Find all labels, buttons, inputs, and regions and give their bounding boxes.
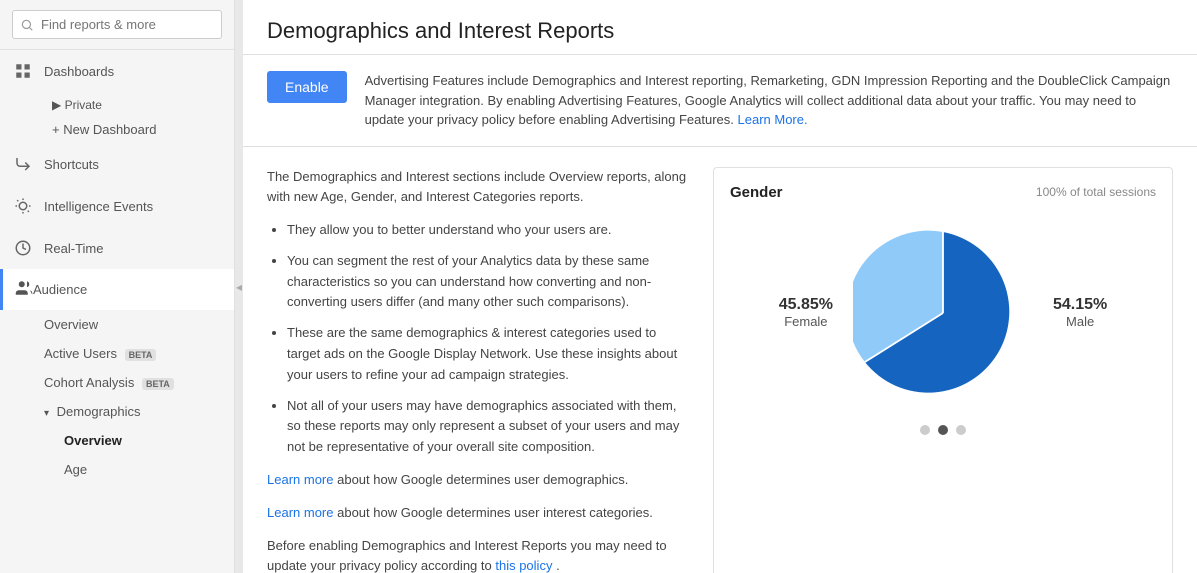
active-users-beta-badge: BETA	[125, 349, 157, 361]
sidebar-sub-demographics-age[interactable]: Age	[0, 455, 234, 484]
female-label: Female	[779, 314, 833, 329]
search-input[interactable]	[12, 10, 222, 39]
lightbulb-icon	[12, 195, 34, 217]
carousel-dot-3[interactable]	[956, 425, 966, 435]
description-intro: The Demographics and Interest sections i…	[267, 167, 689, 209]
content-area: The Demographics and Interest sections i…	[243, 147, 1197, 573]
sidebar-sub-demographics-overview[interactable]: Overview	[0, 426, 234, 455]
main-content: Demographics and Interest Reports Enable…	[243, 0, 1197, 573]
chart-subtitle: 100% of total sessions	[1036, 185, 1156, 199]
learn-more-interests-link[interactable]: Learn more	[267, 505, 333, 520]
audience-label: Audience	[33, 282, 87, 297]
sidebar-sub-overview[interactable]: Overview	[0, 310, 234, 339]
carousel-dots	[920, 425, 966, 435]
shortcuts-label: Shortcuts	[44, 157, 99, 172]
sidebar: Dashboards ▶ Private + New Dashboard Sho…	[0, 0, 235, 573]
female-percentage: 45.85%	[779, 296, 833, 314]
people-icon	[15, 279, 33, 300]
page-header: Demographics and Interest Reports	[243, 0, 1197, 55]
search-section	[0, 0, 234, 50]
realtime-label: Real-Time	[44, 241, 103, 256]
carousel-dot-1[interactable]	[920, 425, 930, 435]
enable-button[interactable]: Enable	[267, 71, 347, 103]
learn-more-demographics: Learn more about how Google determines u…	[267, 470, 689, 491]
clock-icon	[12, 237, 34, 259]
sidebar-item-audience[interactable]: Audience	[0, 269, 234, 310]
intelligence-label: Intelligence Events	[44, 199, 153, 214]
pie-chart	[853, 223, 1033, 403]
this-policy-link[interactable]: this policy	[495, 558, 552, 573]
sidebar-sub-demographics[interactable]: ▾ Demographics	[0, 397, 234, 426]
sidebar-item-intelligence[interactable]: Intelligence Events	[0, 185, 234, 227]
sidebar-item-dashboards[interactable]: Dashboards	[0, 50, 234, 92]
search-icon	[20, 18, 34, 32]
cohort-beta-badge: BETA	[142, 378, 174, 390]
grid-icon	[12, 60, 34, 82]
male-label: Male	[1053, 314, 1107, 329]
learn-more-demographics-link[interactable]: Learn more	[267, 472, 333, 487]
enable-description: Advertising Features include Demographic…	[365, 71, 1173, 130]
dashboards-label: Dashboards	[44, 64, 114, 79]
bullet-1: They allow you to better understand who …	[287, 220, 689, 241]
sidebar-item-shortcuts[interactable]: Shortcuts	[0, 143, 234, 185]
bullets-list: They allow you to better understand who …	[267, 220, 689, 458]
enable-learn-more-link[interactable]: Learn More.	[738, 112, 808, 127]
new-dashboard-button[interactable]: + New Dashboard	[0, 116, 234, 143]
pie-wrapper: 45.85% Female	[779, 223, 1108, 403]
female-label-group: 45.85% Female	[779, 296, 833, 329]
chart-panel: Gender 100% of total sessions 45.85% Fem…	[713, 167, 1173, 573]
page-title: Demographics and Interest Reports	[267, 18, 1173, 44]
bullet-3: These are the same demographics & intere…	[287, 323, 689, 385]
chart-header: Gender 100% of total sessions	[730, 184, 1156, 201]
bullet-4: Not all of your users may have demograph…	[287, 396, 689, 458]
privacy-policy-note: Before enabling Demographics and Interes…	[267, 536, 689, 573]
enable-section: Enable Advertising Features include Demo…	[243, 55, 1197, 147]
private-label[interactable]: ▶ Private	[0, 92, 234, 116]
description-column: The Demographics and Interest sections i…	[267, 167, 689, 573]
carousel-dot-2[interactable]	[938, 425, 948, 435]
chart-title: Gender	[730, 184, 783, 201]
male-label-group: 54.15% Male	[1053, 296, 1107, 329]
sidebar-item-realtime[interactable]: Real-Time	[0, 227, 234, 269]
learn-more-interests: Learn more about how Google determines u…	[267, 503, 689, 524]
resize-handle[interactable]: ◂	[235, 0, 243, 573]
sidebar-sub-active-users[interactable]: Active Users BETA	[0, 339, 234, 368]
bullet-2: You can segment the rest of your Analyti…	[287, 251, 689, 313]
sidebar-sub-cohort-analysis[interactable]: Cohort Analysis BETA	[0, 368, 234, 397]
shortcuts-icon	[12, 153, 34, 175]
demographics-collapse-arrow: ▾	[44, 408, 49, 419]
male-percentage: 54.15%	[1053, 296, 1107, 314]
